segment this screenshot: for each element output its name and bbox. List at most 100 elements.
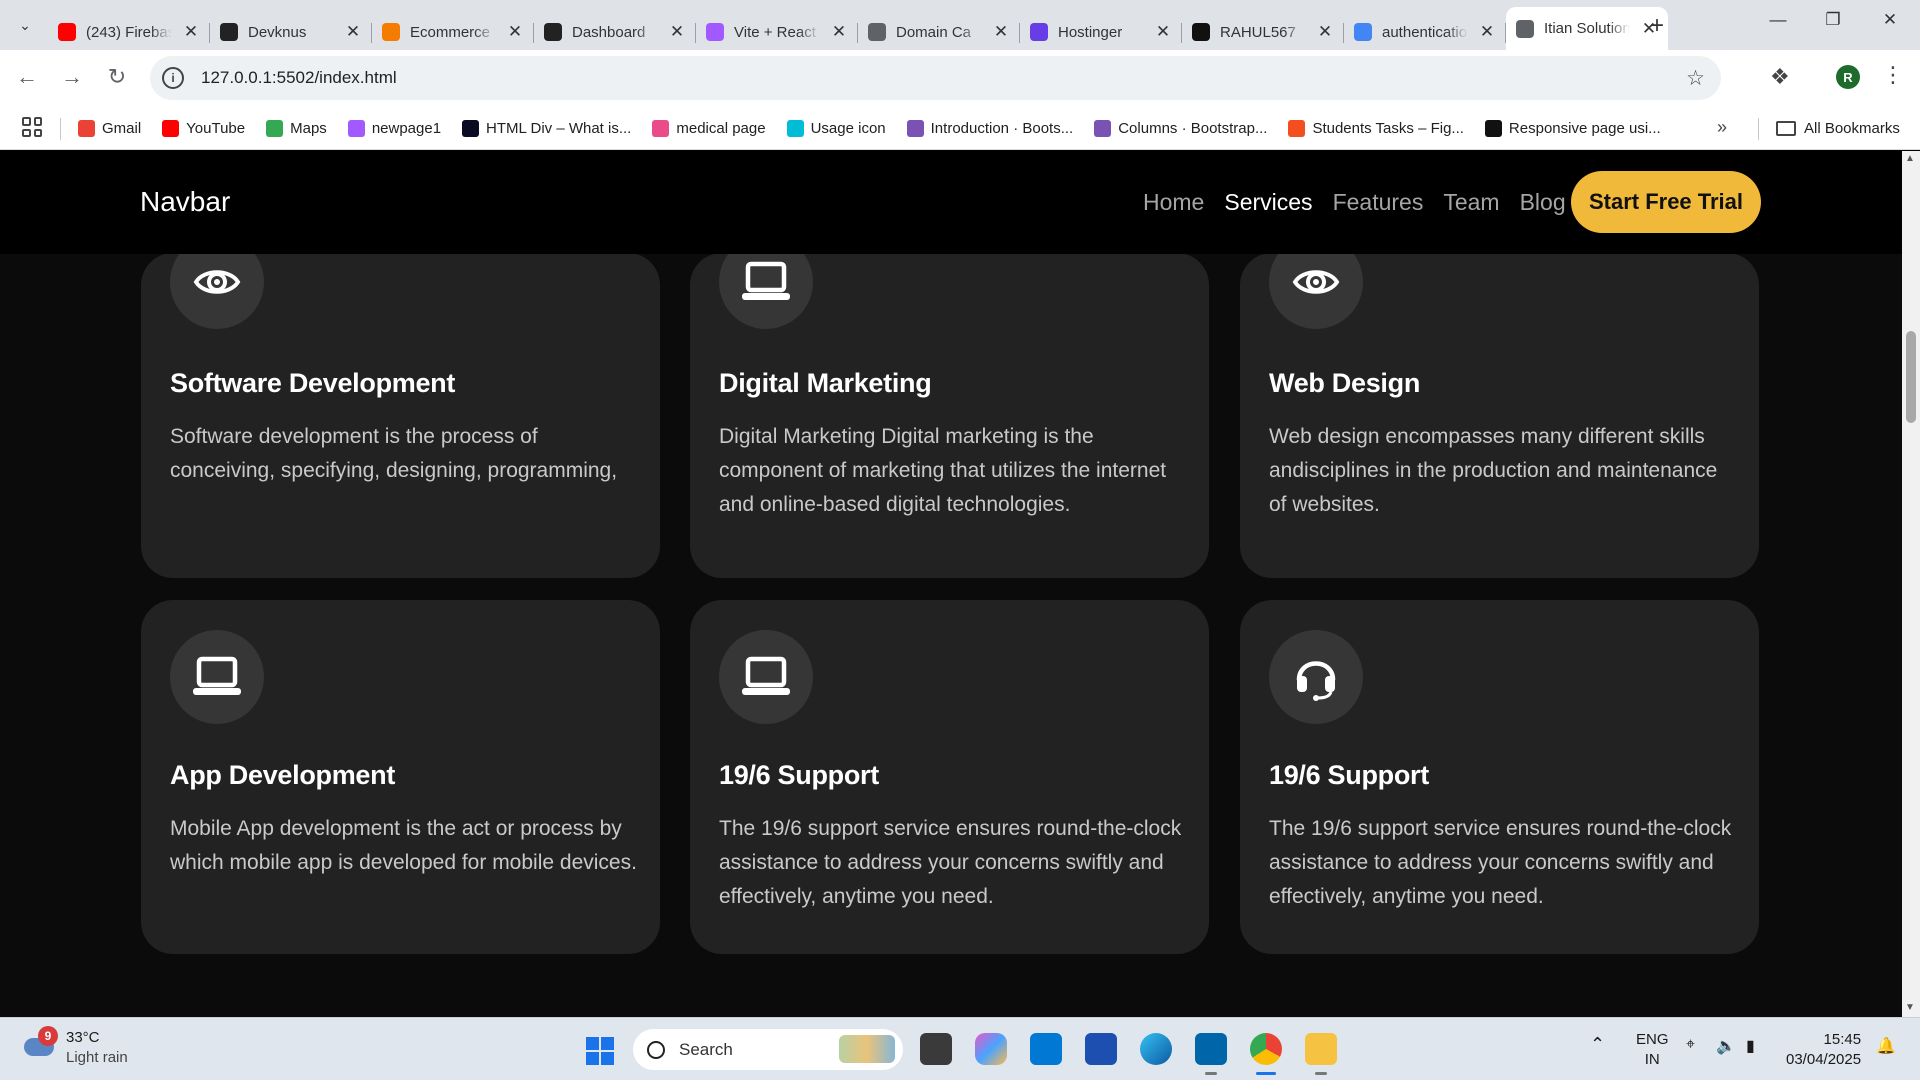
search-icon <box>647 1040 665 1059</box>
tab-search-button[interactable]: ⌄ <box>10 10 40 40</box>
new-tab-button[interactable]: + <box>1650 12 1664 40</box>
google-icon <box>1354 23 1372 41</box>
browser-toolbar: ← → ↻ i 127.0.0.1:5502/index.html ☆ ❖ R … <box>0 50 1920 107</box>
browser-tab[interactable]: Hostinger ✕ <box>1020 14 1182 50</box>
close-tab-icon[interactable]: ✕ <box>992 22 1010 42</box>
figma-icon <box>1288 120 1306 137</box>
bookmark-item[interactable]: YouTube <box>162 120 245 137</box>
maps-icon <box>266 120 284 137</box>
minimize-button[interactable]: — <box>1758 10 1798 30</box>
bookmark-label: Students Tasks – Fig... <box>1312 120 1464 137</box>
bookmark-item[interactable]: Gmail <box>78 120 141 137</box>
taskbar: 9 33°C Light rain Search ⌃ ENG IN ⌖ 🔈 ▮ … <box>0 1017 1920 1080</box>
tab-title: Hostinger <box>1058 23 1123 41</box>
close-window-button[interactable]: ✕ <box>1870 10 1910 30</box>
openai-icon <box>544 23 562 41</box>
nav-link-blog[interactable]: Blog <box>1520 189 1566 216</box>
bookmark-item[interactable]: Usage icon <box>786 120 886 137</box>
close-tab-icon[interactable]: ✕ <box>1154 22 1172 42</box>
weather-widget[interactable]: 9 33°C Light rain <box>22 1026 128 1068</box>
start-free-trial-button[interactable]: Start Free Trial <box>1571 171 1761 233</box>
file-explorer-icon[interactable] <box>1305 1033 1337 1075</box>
bookmark-item[interactable]: Maps <box>266 120 327 137</box>
bookmark-item[interactable]: newpage1 <box>347 120 441 137</box>
bookmark-item[interactable]: HTML Div – What is... <box>462 120 631 137</box>
bookmark-item[interactable]: Students Tasks – Fig... <box>1288 120 1464 137</box>
volume-icon[interactable]: 🔈 <box>1716 1036 1736 1056</box>
github-icon <box>1192 23 1210 41</box>
url-text[interactable]: 127.0.0.1:5502/index.html <box>201 68 397 88</box>
browser-menu-icon[interactable]: ⋮ <box>1882 62 1904 88</box>
close-tab-icon[interactable]: ✕ <box>182 22 200 42</box>
browser-tab[interactable]: RAHUL567 ✕ <box>1182 14 1344 50</box>
browser-tab[interactable]: authentication ✕ <box>1344 14 1506 50</box>
tab-list: (243) Firebase✕Devknus✕Ecommerce✕Dashboa… <box>48 7 1668 50</box>
site-info-icon[interactable]: i <box>162 67 184 89</box>
browser-tab[interactable]: Devknus ✕ <box>210 14 372 50</box>
battery-icon[interactable]: ▮ <box>1746 1036 1755 1056</box>
address-bar[interactable]: i 127.0.0.1:5502/index.html ☆ <box>150 56 1721 100</box>
browser-tab[interactable]: Dashboard ✕ <box>534 14 696 50</box>
close-tab-icon[interactable]: ✕ <box>830 22 848 42</box>
youtube-icon <box>162 120 180 137</box>
back-button[interactable]: ← <box>12 64 42 90</box>
copilot-icon[interactable] <box>975 1033 1007 1065</box>
more-bookmarks-icon[interactable]: » <box>1717 117 1727 138</box>
scroll-down-icon[interactable]: ▼ <box>1905 1002 1915 1013</box>
close-tab-icon[interactable]: ✕ <box>344 22 362 42</box>
site-brand[interactable]: Navbar <box>140 186 230 218</box>
store-icon[interactable] <box>1085 1033 1117 1065</box>
bookmark-label: Columns · Bootstrap... <box>1118 120 1268 137</box>
browser-tab[interactable]: Domain Ca ✕ <box>858 14 1020 50</box>
chrome-icon[interactable] <box>1250 1033 1282 1075</box>
page-scrollbar[interactable]: ▲ ▼ <box>1902 151 1920 1017</box>
task-view-icon[interactable] <box>920 1033 952 1065</box>
browser-tab[interactable]: Itian Solutions ✕ <box>1506 7 1668 50</box>
bootstrap-icon <box>1094 120 1112 137</box>
tab-title: RAHUL567 <box>1220 23 1296 41</box>
start-button[interactable] <box>586 1037 614 1065</box>
dribbble-icon <box>652 120 670 137</box>
notifications-icon[interactable]: 🔔 <box>1876 1036 1896 1056</box>
wifi-icon[interactable]: ⌖ <box>1686 1036 1695 1054</box>
apps-grid-icon[interactable] <box>22 117 42 137</box>
all-bookmarks-button[interactable]: All Bookmarks <box>1776 107 1900 150</box>
scrollbar-thumb[interactable] <box>1906 331 1916 423</box>
close-tab-icon[interactable]: ✕ <box>668 22 686 42</box>
close-tab-icon[interactable]: ✕ <box>1316 22 1334 42</box>
weather-desc: Light rain <box>66 1049 128 1066</box>
nav-link-services[interactable]: Services <box>1224 189 1312 216</box>
nav-link-home[interactable]: Home <box>1143 189 1204 216</box>
bookmark-item[interactable]: medical page <box>652 120 766 137</box>
extensions-icon[interactable]: ❖ <box>1770 64 1790 90</box>
edge-icon[interactable] <box>1140 1033 1172 1065</box>
bookmark-item[interactable]: Introduction · Boots... <box>906 120 1073 137</box>
browser-tab[interactable]: Vite + React ✕ <box>696 14 858 50</box>
laptop-icon <box>170 630 264 724</box>
forward-button[interactable]: → <box>57 64 87 90</box>
restore-button[interactable]: ❐ <box>1813 10 1853 30</box>
browser-tab[interactable]: Ecommerce ✕ <box>372 14 534 50</box>
nav-link-team[interactable]: Team <box>1443 189 1499 216</box>
bookmark-item[interactable]: Responsive page usi... <box>1484 120 1661 137</box>
divider <box>1758 118 1759 140</box>
browser-tab[interactable]: (243) Firebase ✕ <box>48 14 210 50</box>
clock[interactable]: 15:45 03/04/2025 <box>1786 1030 1861 1070</box>
github-icon <box>1484 120 1502 137</box>
taskbar-search[interactable]: Search <box>633 1029 903 1070</box>
service-description: Digital Marketing Digital marketing is t… <box>719 425 1167 516</box>
close-tab-icon[interactable]: ✕ <box>1478 22 1496 42</box>
reload-button[interactable]: ↻ <box>102 64 132 90</box>
bookmark-item[interactable]: Columns · Bootstrap... <box>1094 120 1267 137</box>
language-indicator[interactable]: ENG IN <box>1636 1030 1669 1070</box>
profile-avatar[interactable]: R <box>1836 65 1860 89</box>
nav-link-features[interactable]: Features <box>1333 189 1424 216</box>
service-title: Digital Marketing <box>719 368 932 398</box>
close-tab-icon[interactable]: ✕ <box>506 22 524 42</box>
scroll-up-icon[interactable]: ▲ <box>1905 153 1915 164</box>
app-icon[interactable] <box>1030 1033 1062 1065</box>
bookmark-star-icon[interactable]: ☆ <box>1686 66 1705 91</box>
show-hidden-icons[interactable]: ⌃ <box>1590 1034 1605 1055</box>
tab-title: Ecommerce <box>410 23 491 41</box>
vscode-icon[interactable] <box>1195 1033 1227 1075</box>
